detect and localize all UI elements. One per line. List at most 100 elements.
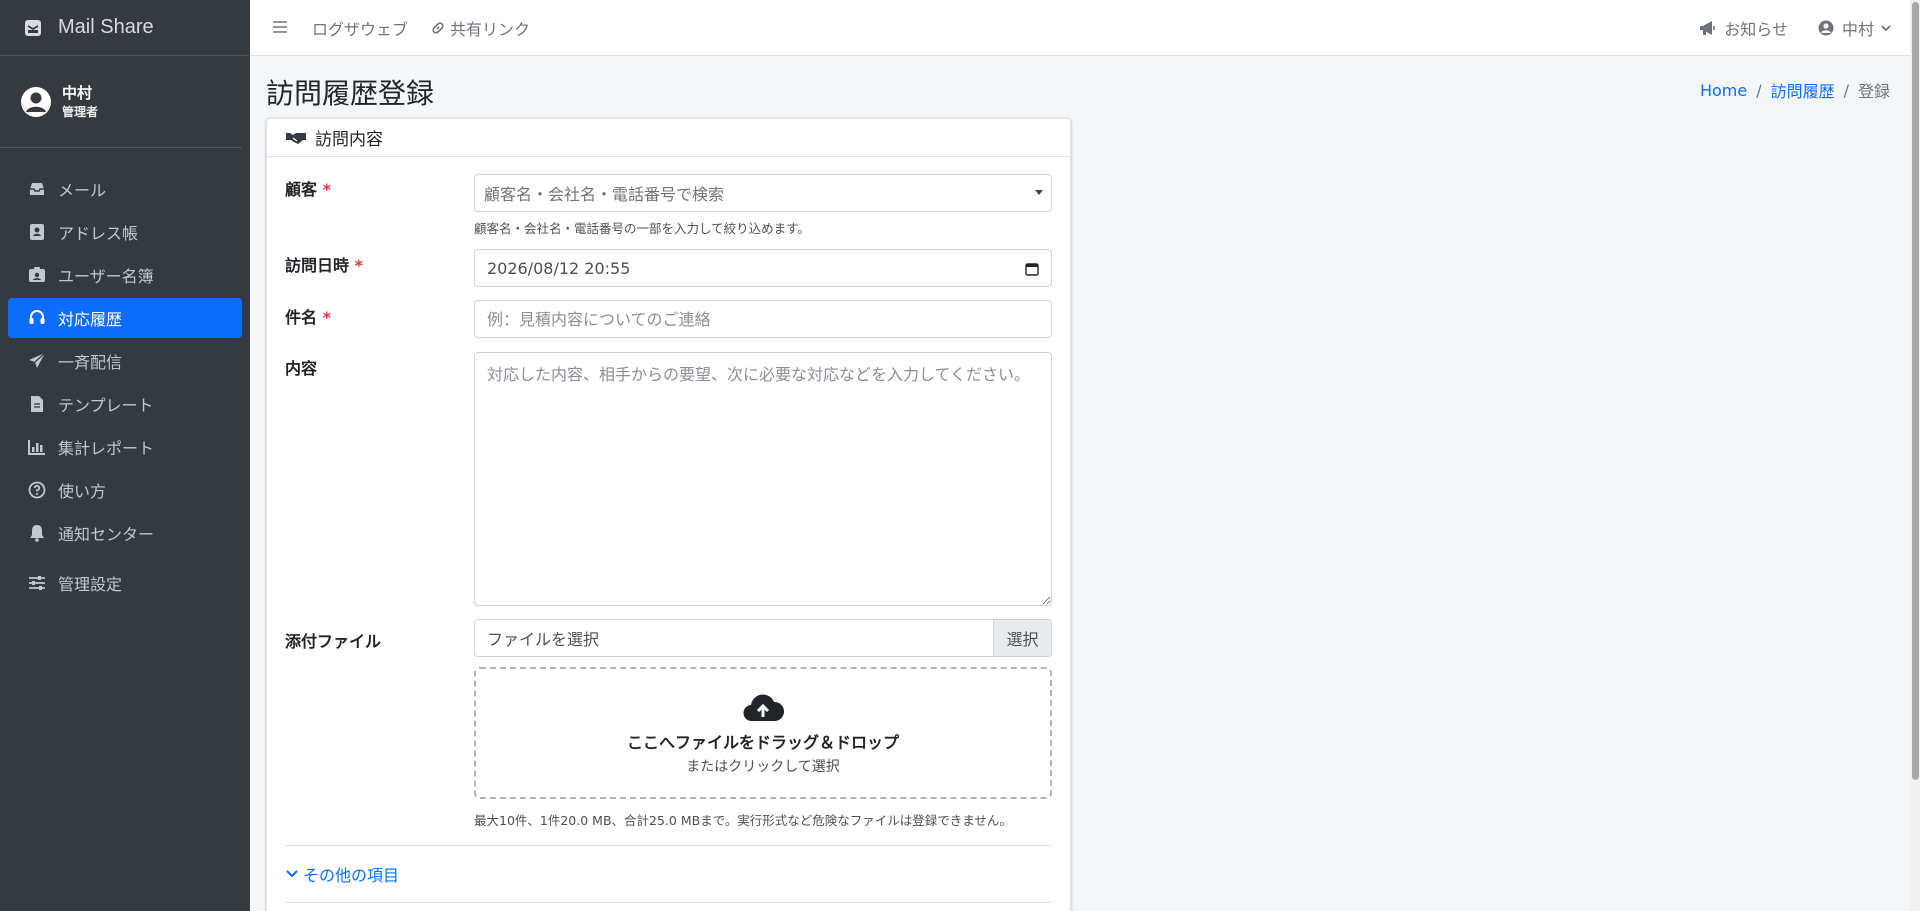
shared-link-label: 共有リンク — [450, 19, 531, 39]
user-panel[interactable]: 中村 管理者 — [0, 56, 242, 148]
megaphone-icon — [1700, 20, 1716, 35]
customer-label-text: 顧客 — [285, 180, 318, 199]
user-circle-icon — [20, 86, 52, 118]
content-label: 内容 — [285, 359, 318, 378]
breadcrumb-separator: / — [1843, 80, 1849, 100]
subject-field[interactable] — [474, 300, 1052, 338]
sidebar-item-howto[interactable]: 使い方 — [8, 470, 242, 510]
attachment-label: 添付ファイル — [285, 632, 382, 651]
breadcrumb-home[interactable]: Home — [1700, 81, 1747, 100]
file-input-placeholder: ファイルを選択 — [487, 630, 600, 649]
subject-label-text: 件名 — [285, 308, 318, 327]
subject-input[interactable] — [487, 309, 1051, 329]
sidebar-item-label: 使い方 — [58, 482, 107, 501]
file-input[interactable]: ファイルを選択 選択 — [474, 619, 1052, 657]
page-scrollbar[interactable] — [1910, 0, 1920, 911]
visit-datetime-value: 2026/08/12 20:55 — [487, 258, 631, 278]
sidebar-item-label: 一斉配信 — [58, 353, 123, 372]
sidebar-item-label: ユーザー名簿 — [58, 267, 154, 286]
customer-label: 顧客 * — [285, 176, 331, 200]
visit-datetime-label-text: 訪問日時 — [285, 256, 350, 275]
headset-icon — [28, 309, 46, 327]
more-fields-toggle[interactable]: その他の項目 — [285, 862, 399, 886]
sidebar-item-label: アドレス帳 — [58, 224, 139, 243]
visit-datetime-label: 訪問日時 * — [285, 252, 363, 276]
cloud-upload-icon — [743, 694, 784, 721]
dropzone-subtitle: またはクリックして選択 — [686, 758, 840, 775]
handshake-icon — [286, 132, 306, 144]
divider — [285, 845, 1052, 846]
top-link-logzaweb[interactable]: ログザウェブ — [312, 16, 408, 40]
chevron-down-icon — [1881, 24, 1891, 31]
page-title: 訪問履歴登録 — [266, 77, 435, 110]
divider — [285, 902, 1052, 903]
topbar-right: お知らせ 中村 — [1668, 16, 1892, 40]
customer-select-placeholder: 顧客名・会社名・電話番号で検索 — [484, 185, 725, 204]
address-book-icon — [28, 223, 46, 241]
sidebar-item-mail[interactable]: メール — [8, 169, 242, 209]
required-mark: * — [322, 180, 331, 199]
required-mark: * — [354, 256, 363, 275]
notifications-button[interactable]: お知らせ — [1698, 16, 1788, 40]
sidebar-item-label: メール — [58, 181, 107, 200]
brand-name: Mail Share — [58, 16, 154, 38]
visit-datetime-input[interactable]: 2026/08/12 20:55 — [474, 249, 1052, 287]
bell-icon — [28, 524, 46, 542]
sidebar-nav: メール アドレス帳 ユーザー名簿 対応履歴 一斉配信 テンプレート 集計レポート — [0, 148, 250, 603]
breadcrumb: Home / 訪問履歴 / 登録 — [1700, 78, 1890, 102]
visit-form-card: 訪問内容 顧客 * 顧客名・会社名・電話番号で検索 顧客名・会社名・電話番号の一… — [266, 118, 1071, 911]
scrollbar-thumb[interactable] — [1912, 2, 1919, 780]
caret-down-icon — [1035, 190, 1043, 195]
inbox-icon — [28, 180, 46, 198]
topbar: ログザウェブ 共有リンク お知らせ 中村 — [250, 0, 1910, 56]
sidebar-item-user-roster[interactable]: ユーザー名簿 — [8, 255, 242, 295]
sidebar-item-label: テンプレート — [58, 396, 154, 415]
sidebar-item-template[interactable]: テンプレート — [8, 384, 242, 424]
sidebar-item-label: 管理設定 — [58, 575, 123, 594]
sidebar-item-label: 通知センター — [58, 525, 155, 544]
hamburger-menu-icon[interactable] — [272, 19, 290, 37]
sidebar-item-broadcast[interactable]: 一斉配信 — [8, 341, 242, 381]
sidebar-item-label: 対応履歴 — [58, 310, 123, 329]
attachment-help: 最大10件、1件20.0 MB、合計25.0 MBまで。実行形式など危険なファイ… — [474, 813, 1012, 828]
sidebar-item-address-book[interactable]: アドレス帳 — [8, 212, 242, 252]
subject-label: 件名 * — [285, 304, 331, 328]
user-menu-label: 中村 — [1841, 19, 1874, 39]
top-link-shared-link[interactable]: 共有リンク — [430, 16, 530, 40]
notifications-label: お知らせ — [1724, 19, 1788, 39]
breadcrumb-separator: / — [1756, 80, 1762, 100]
more-fields-label: その他の項目 — [303, 866, 400, 885]
user-circle-icon — [1818, 20, 1834, 35]
card-title: 訪問内容 — [315, 130, 383, 150]
link-icon — [432, 21, 444, 34]
user-menu[interactable]: 中村 — [1818, 16, 1892, 40]
content-textarea[interactable] — [474, 352, 1052, 606]
question-circle-icon — [28, 481, 46, 499]
required-mark: * — [322, 308, 331, 327]
paper-plane-icon — [28, 352, 46, 370]
sliders-icon — [28, 574, 46, 592]
sidebar-item-notification-center[interactable]: 通知センター — [8, 513, 242, 553]
user-role: 管理者 — [62, 104, 99, 119]
breadcrumb-visit-history[interactable]: 訪問履歴 — [1771, 78, 1835, 102]
sidebar-item-history[interactable]: 対応履歴 — [8, 298, 242, 338]
id-badge-icon — [28, 266, 46, 284]
file-icon — [28, 395, 46, 413]
file-select-button[interactable]: 選択 — [993, 620, 1051, 656]
sidebar-item-label: 集計レポート — [58, 439, 155, 458]
calendar-icon[interactable] — [1025, 261, 1039, 280]
file-dropzone[interactable]: ここへファイルをドラッグ＆ドロップ またはクリックして選択 — [474, 667, 1052, 799]
dropzone-title: ここへファイルをドラッグ＆ドロップ — [626, 732, 899, 752]
chevron-down-icon — [286, 870, 298, 878]
sidebar: Mail Share 中村 管理者 メール アドレス帳 ユーザー名簿 対応履歴 — [0, 0, 250, 911]
customer-select[interactable]: 顧客名・会社名・電話番号で検索 — [474, 174, 1052, 212]
card-header: 訪問内容 — [267, 119, 1070, 157]
customer-help: 顧客名・会社名・電話番号の一部を入力して絞り込めます。 — [474, 221, 810, 236]
brand[interactable]: Mail Share — [0, 0, 250, 56]
sidebar-item-admin-settings[interactable]: 管理設定 — [8, 563, 242, 603]
bar-chart-icon — [28, 438, 46, 456]
breadcrumb-current: 登録 — [1857, 82, 1890, 101]
user-name: 中村 — [62, 83, 93, 102]
envelope-box-icon — [22, 17, 44, 39]
sidebar-item-report[interactable]: 集計レポート — [8, 427, 242, 467]
